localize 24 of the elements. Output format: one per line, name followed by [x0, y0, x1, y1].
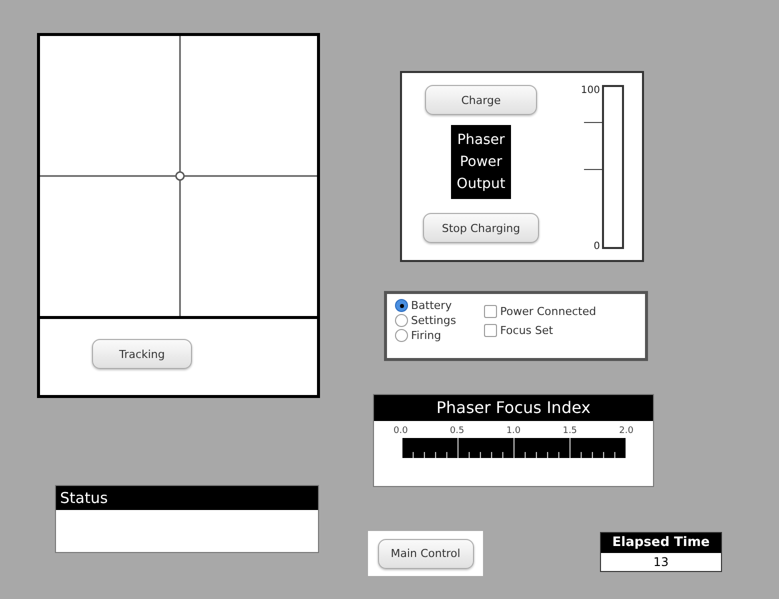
meter-max-label: 100 — [580, 85, 600, 96]
radio-label: Battery — [411, 299, 452, 312]
main-control-button[interactable]: Main Control — [378, 538, 474, 568]
scale-label: 1.5 — [562, 426, 578, 436]
tracking-button[interactable]: Tracking — [92, 339, 192, 369]
checkbox-label: Focus Set — [500, 324, 554, 337]
radio-label: Settings — [411, 314, 456, 327]
flag-checkbox[interactable]: Focus Set — [484, 324, 596, 337]
scale-label: 1.0 — [506, 426, 521, 436]
focus-index-title: Phaser Focus Index — [374, 395, 653, 421]
meter-min-label: 0 — [594, 241, 600, 252]
charge-button[interactable]: Charge — [425, 85, 537, 115]
mode-radio[interactable]: Battery — [395, 299, 456, 312]
scale-label: 0.5 — [450, 426, 464, 436]
mode-radio[interactable]: Settings — [395, 314, 456, 327]
elapsed-time-value: 13 — [652, 554, 670, 571]
status-title: Status — [56, 486, 318, 510]
power-output-label: Phaser Power Output — [450, 125, 512, 199]
radio-label: Firing — [411, 329, 442, 342]
scale-label: 2.0 — [619, 426, 634, 436]
elapsed-time-title: Elapsed Time — [601, 533, 721, 553]
mode-radio[interactable]: Firing — [395, 329, 456, 342]
scale-label: 0.0 — [394, 426, 408, 436]
stop-charging-button[interactable]: Stop Charging — [423, 213, 539, 243]
